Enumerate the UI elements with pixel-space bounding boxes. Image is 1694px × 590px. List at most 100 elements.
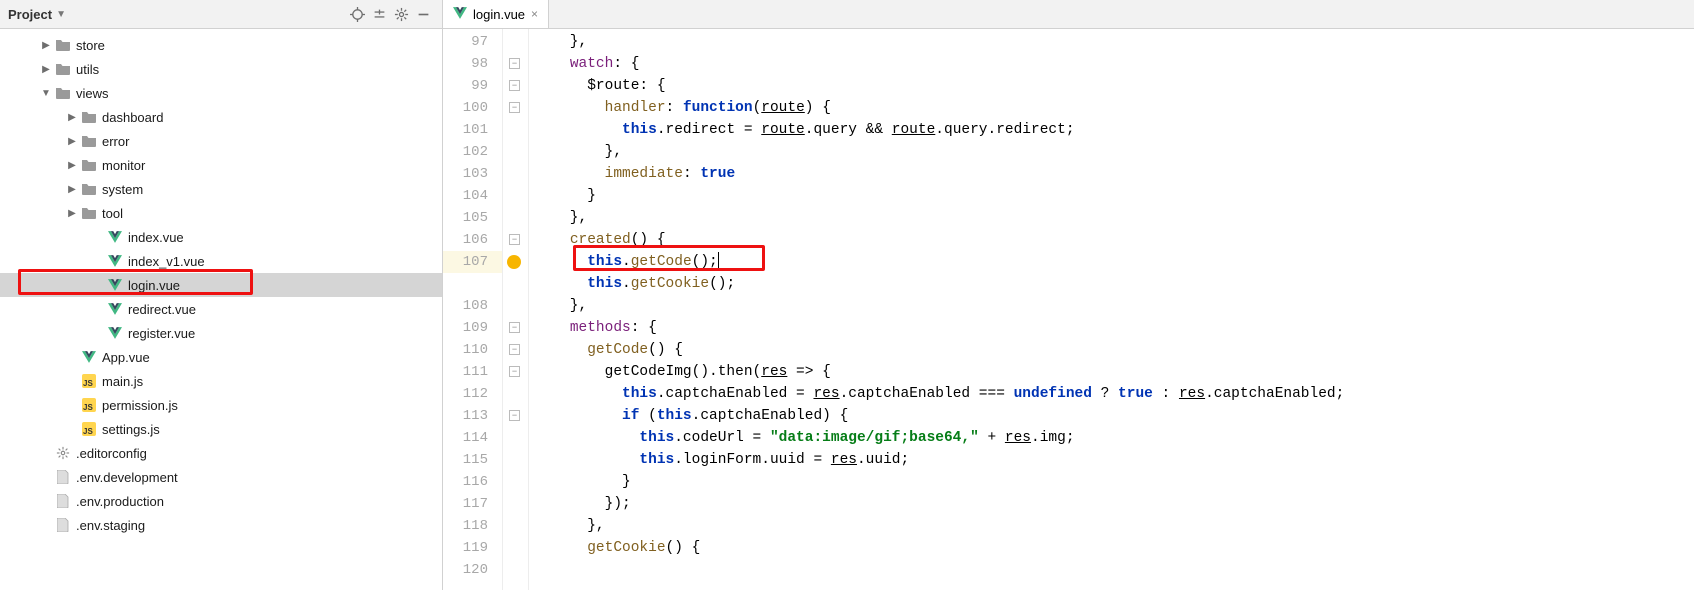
locate-icon[interactable]: [346, 3, 368, 25]
code-line[interactable]: getCookie() {: [535, 537, 1694, 559]
tree-label: store: [76, 38, 105, 53]
chevron-right-icon[interactable]: ▶: [40, 64, 52, 75]
tree-row[interactable]: ▶error: [0, 129, 442, 153]
fold-icon[interactable]: −: [509, 410, 520, 421]
project-panel-header: Project ▼: [0, 0, 442, 29]
tree-row[interactable]: .editorconfig: [0, 441, 442, 465]
code-editor[interactable]: }, watch: { $route: { handler: function(…: [529, 29, 1694, 590]
tree-label: .editorconfig: [76, 446, 147, 461]
tree-row[interactable]: ▶ monitor: [0, 153, 442, 177]
code-line[interactable]: methods: {: [535, 317, 1694, 339]
vue-icon: [107, 301, 123, 317]
tree-row[interactable]: ▼ views: [0, 81, 442, 105]
tree-row[interactable]: .env.development: [0, 465, 442, 489]
code-line[interactable]: });: [535, 493, 1694, 515]
fold-icon[interactable]: −: [509, 366, 520, 377]
fold-icon[interactable]: −: [509, 58, 520, 69]
tree-row[interactable]: register.vue: [0, 321, 442, 345]
vue-icon: [107, 325, 123, 341]
code-line[interactable]: if (this.captchaEnabled) {: [535, 405, 1694, 427]
code-line[interactable]: },: [535, 141, 1694, 163]
folder-icon: [55, 85, 71, 101]
tree-row[interactable]: JS main.js: [0, 369, 442, 393]
gear-icon[interactable]: [390, 3, 412, 25]
tree-label: main.js: [102, 374, 143, 389]
js-icon: JS: [81, 373, 97, 389]
code-line[interactable]: this.captchaEnabled = res.captchaEnabled…: [535, 383, 1694, 405]
code-line[interactable]: $route: {: [535, 75, 1694, 97]
tree-label: .env.development: [76, 470, 178, 485]
tree-label: system: [102, 182, 143, 197]
chevron-down-icon[interactable]: ▼: [40, 88, 52, 99]
txt-icon: [55, 493, 71, 509]
code-line[interactable]: watch: {: [535, 53, 1694, 75]
tree-row[interactable]: .env.staging: [0, 513, 442, 537]
tree-label: index.vue: [128, 230, 184, 245]
tree-row[interactable]: .env.production: [0, 489, 442, 513]
code-line[interactable]: },: [535, 515, 1694, 537]
ide-root: Project ▼ ▶ store ▶utils ▼ views ▶ dashboard ▶e…: [0, 0, 1694, 590]
tree-row[interactable]: index_v1.vue: [0, 249, 442, 273]
tree-row[interactable]: ▶utils: [0, 57, 442, 81]
code-line[interactable]: },: [535, 295, 1694, 317]
editor-body: 9798991001011021031041051061071081091101…: [443, 29, 1694, 590]
code-line[interactable]: },: [535, 31, 1694, 53]
chevron-right-icon[interactable]: ▶: [66, 112, 78, 123]
fold-icon[interactable]: −: [509, 102, 520, 113]
code-line[interactable]: },: [535, 207, 1694, 229]
tree-row[interactable]: redirect.vue: [0, 297, 442, 321]
fold-icon[interactable]: −: [509, 322, 520, 333]
project-panel-title[interactable]: Project: [8, 7, 56, 22]
tree-row[interactable]: JSsettings.js: [0, 417, 442, 441]
tree-label: dashboard: [102, 110, 163, 125]
txt-icon: [55, 469, 71, 485]
tree-row[interactable]: ▶ system: [0, 177, 442, 201]
tab-login-vue[interactable]: login.vue ×: [443, 0, 549, 28]
minimize-icon[interactable]: [412, 3, 434, 25]
chevron-right-icon[interactable]: ▶: [66, 208, 78, 219]
expand-all-icon[interactable]: [368, 3, 390, 25]
code-line[interactable]: this.redirect = route.query && route.que…: [535, 119, 1694, 141]
intention-bulb-icon[interactable]: [507, 255, 521, 269]
txt-icon: [55, 517, 71, 533]
chevron-right-icon[interactable]: ▶: [40, 40, 52, 51]
tree-label: permission.js: [102, 398, 178, 413]
tree-label: monitor: [102, 158, 145, 173]
code-line[interactable]: }: [535, 185, 1694, 207]
tree-row[interactable]: ▶ store: [0, 33, 442, 57]
chevron-right-icon[interactable]: ▶: [66, 136, 78, 147]
tree-label: redirect.vue: [128, 302, 196, 317]
fold-icon[interactable]: −: [509, 80, 520, 91]
tree-row[interactable]: ▶tool: [0, 201, 442, 225]
code-line[interactable]: this.codeUrl = "data:image/gif;base64," …: [535, 427, 1694, 449]
tree-row[interactable]: JS permission.js: [0, 393, 442, 417]
fold-icon[interactable]: −: [509, 344, 520, 355]
tree-row[interactable]: App.vue: [0, 345, 442, 369]
chevron-right-icon[interactable]: ▶: [66, 184, 78, 195]
gear-icon: [55, 445, 71, 461]
code-line[interactable]: created() {: [535, 229, 1694, 251]
code-line[interactable]: this.getCookie();: [535, 273, 1694, 295]
tree-row[interactable]: index.vue: [0, 225, 442, 249]
close-icon[interactable]: ×: [531, 7, 538, 21]
chevron-down-icon[interactable]: ▼: [56, 9, 66, 20]
folder-icon: [81, 181, 97, 197]
folder-icon: [81, 205, 97, 221]
js-icon: JS: [81, 397, 97, 413]
project-tree[interactable]: ▶store▶utils▼views▶dashboard▶error▶monit…: [0, 29, 442, 590]
chevron-right-icon[interactable]: ▶: [66, 160, 78, 171]
tree-label: App.vue: [102, 350, 150, 365]
vue-icon: [81, 349, 97, 365]
tree-row[interactable]: login.vue: [0, 273, 442, 297]
tree-row[interactable]: ▶ dashboard: [0, 105, 442, 129]
tree-label: views: [76, 86, 109, 101]
code-line[interactable]: getCode() {: [535, 339, 1694, 361]
code-line[interactable]: }: [535, 471, 1694, 493]
code-line[interactable]: immediate: true: [535, 163, 1694, 185]
code-line[interactable]: handler: function(route) {: [535, 97, 1694, 119]
code-line[interactable]: getCodeImg().then(res => {: [535, 361, 1694, 383]
code-line[interactable]: this.getCode();: [535, 251, 1694, 273]
editor-area: login.vue × 9798991001011021031041051061…: [443, 0, 1694, 590]
fold-icon[interactable]: −: [509, 234, 520, 245]
code-line[interactable]: this.loginForm.uuid = res.uuid;: [535, 449, 1694, 471]
